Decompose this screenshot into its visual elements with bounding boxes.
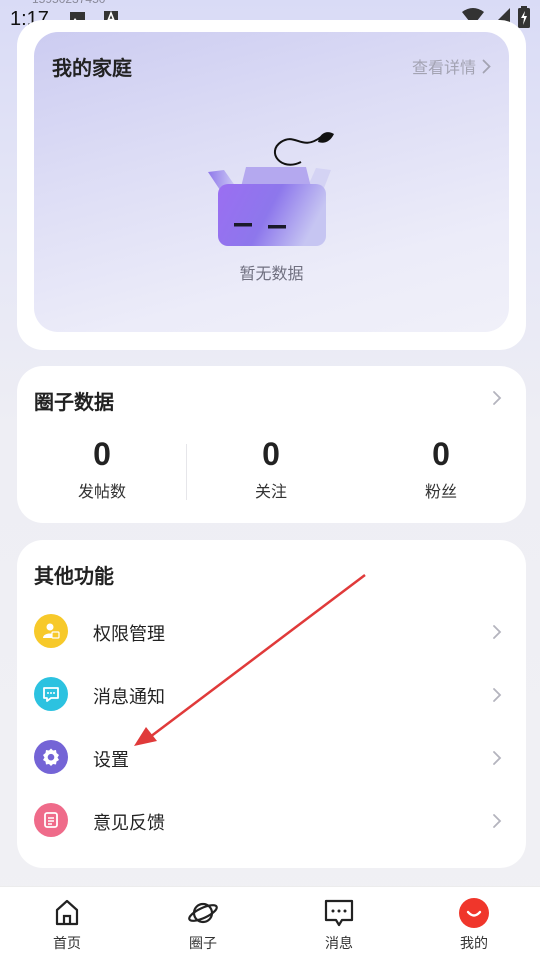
document-icon (34, 803, 68, 837)
nav-circle-label: 圈子 (189, 936, 217, 952)
stat-following-label: 关注 (254, 482, 287, 501)
chevron-right-icon (493, 751, 502, 765)
other-features-card: 其他功能 权限管理 消息通知 设置 意见反馈 (17, 540, 526, 868)
planet-icon (188, 902, 218, 924)
stat-posts[interactable]: 0 发帖数 (17, 436, 187, 502)
stat-following-value: 0 (262, 436, 280, 472)
view-details-link[interactable]: 查看详情 (412, 54, 491, 78)
nav-mine-label: 我的 (460, 936, 488, 952)
user-lock-icon (34, 614, 68, 648)
bottom-nav: 首页 圈子 消息 我的 (0, 886, 540, 960)
circle-data-title: 圈子数据 (34, 390, 114, 414)
chevron-right-icon (493, 814, 502, 828)
stat-posts-value: 0 (93, 436, 111, 472)
home-icon (55, 899, 79, 926)
chevron-right-icon (482, 59, 491, 73)
empty-box-icon (208, 132, 334, 246)
menu-label-settings: 设置 (93, 750, 129, 771)
empty-state-text: 暂无数据 (239, 264, 304, 283)
stat-fans-value: 0 (432, 436, 450, 472)
nav-home[interactable]: 首页 (17, 887, 117, 960)
stat-posts-label: 发帖数 (77, 482, 126, 501)
nav-home-label: 首页 (53, 936, 81, 952)
menu-label-feedback: 意见反馈 (93, 813, 165, 834)
chevron-right-icon (493, 625, 502, 639)
family-title: 我的家庭 (52, 56, 132, 80)
profile-smile-icon (459, 898, 489, 928)
nav-messages[interactable]: 消息 (289, 887, 389, 960)
message-icon (324, 899, 354, 927)
gear-icon (34, 740, 68, 774)
battery-icon (518, 6, 530, 28)
chat-bubble-icon (34, 677, 68, 711)
menu-item-feedback[interactable]: 意见反馈 (17, 793, 526, 849)
family-panel: 我的家庭 查看详情 暂无数据 (34, 32, 509, 332)
menu-item-notifications[interactable]: 消息通知 (17, 667, 526, 723)
nav-messages-label: 消息 (325, 936, 353, 952)
nav-mine[interactable]: 我的 (424, 887, 524, 960)
status-ghost-text: 15950237450 (32, 0, 105, 6)
other-features-title: 其他功能 (34, 564, 114, 588)
stat-fans-label: 粉丝 (424, 482, 457, 501)
view-details-label: 查看详情 (411, 58, 476, 77)
menu-label-permissions: 权限管理 (93, 624, 165, 645)
family-card: 我的家庭 查看详情 暂无数据 (17, 20, 526, 350)
chevron-right-icon (493, 688, 502, 702)
chevron-right-icon[interactable] (492, 390, 502, 406)
nav-circle[interactable]: 圈子 (153, 887, 253, 960)
stat-following[interactable]: 0 关注 (186, 436, 356, 502)
menu-item-permissions[interactable]: 权限管理 (17, 604, 526, 660)
menu-item-settings[interactable]: 设置 (17, 730, 526, 786)
circle-data-card[interactable]: 圈子数据 0 发帖数 0 关注 0 粉丝 (17, 366, 526, 523)
menu-label-notifications: 消息通知 (93, 687, 165, 708)
stat-fans[interactable]: 0 粉丝 (356, 436, 526, 502)
